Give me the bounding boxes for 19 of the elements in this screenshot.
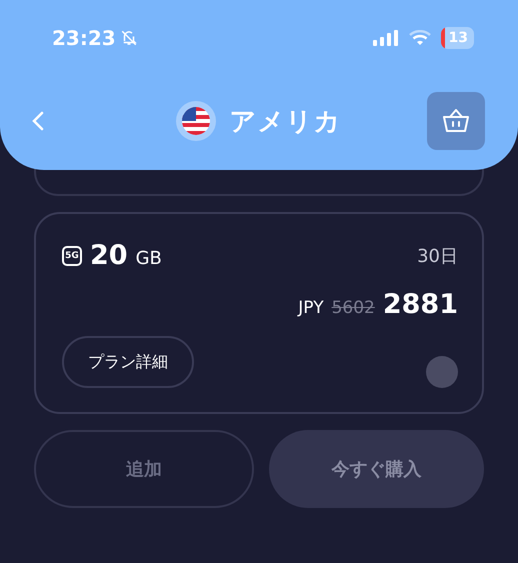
plan-card[interactable]: 5G 20 GB 30日 JPY 5602 2881 プラン詳細: [34, 212, 484, 414]
currency: JPY: [298, 298, 324, 318]
network-badge: 5G: [62, 246, 82, 266]
plan-duration: 30日: [417, 244, 458, 268]
data-unit: GB: [136, 248, 162, 269]
price: 2881: [382, 289, 458, 320]
flag-icon: [176, 101, 216, 141]
signal-icon: [372, 30, 399, 46]
select-radio[interactable]: [426, 356, 458, 388]
plan-details-button[interactable]: プラン詳細: [62, 336, 194, 388]
original-price: 5602: [332, 298, 375, 318]
basket-button[interactable]: [427, 92, 485, 150]
status-time: 23:23: [52, 26, 116, 50]
wifi-icon: [408, 30, 431, 46]
basket-icon: [442, 108, 470, 134]
battery-indicator: 13: [440, 27, 474, 49]
data-amount: 20: [90, 240, 128, 271]
page-title: アメリカ: [230, 106, 342, 138]
back-icon: [31, 110, 45, 132]
